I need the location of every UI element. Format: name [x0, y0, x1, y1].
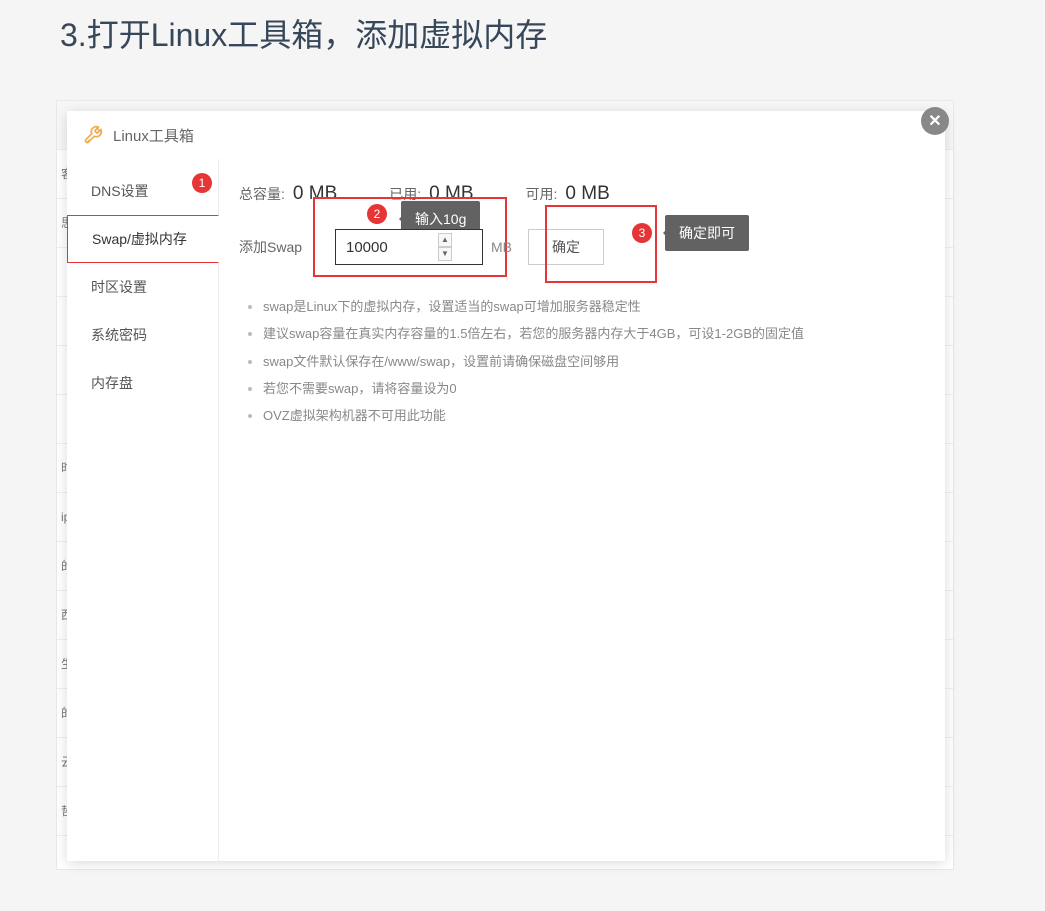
- sidebar-item-label: 内存盘: [91, 373, 133, 393]
- dialog-body: DNS设置 Swap/虚拟内存 时区设置 系统密码 内存盘 1 2 3: [67, 159, 945, 861]
- annotation-tooltip-3: 确定即可: [665, 215, 749, 251]
- sidebar-item-ramdisk[interactable]: 内存盘: [67, 359, 218, 407]
- sidebar-item-password[interactable]: 系统密码: [67, 311, 218, 359]
- stat-label: 总容量:: [239, 184, 285, 204]
- tip-item: swap文件默认保存在/www/swap，设置前请确保磁盘空间够用: [263, 348, 925, 375]
- tips-list: swap是Linux下的虚拟内存，设置适当的swap可增加服务器稳定性 建议sw…: [239, 293, 925, 429]
- annotation-badge-1: 1: [192, 173, 212, 193]
- tip-item: OVZ虚拟架构机器不可用此功能: [263, 402, 925, 429]
- stat-label: 可用:: [526, 184, 558, 204]
- close-icon: ✕: [928, 111, 941, 131]
- swap-input-group: ▲ ▼ MB: [335, 229, 512, 265]
- sidebar-item-swap[interactable]: Swap/虚拟内存: [67, 215, 219, 263]
- dialog-title: Linux工具箱: [113, 125, 194, 146]
- swap-unit: MB: [491, 239, 512, 255]
- screenshot-panel: 客 思 时 ip 的 西 生 的 云 哲 ✕ Linux工具箱 DNS设置: [56, 100, 954, 870]
- tip-item: 若您不需要swap，请将容量设为0: [263, 375, 925, 402]
- close-button[interactable]: ✕: [921, 107, 949, 135]
- linux-toolbox-dialog: ✕ Linux工具箱 DNS设置 Swap/虚拟内存 时区设置: [67, 111, 945, 861]
- annotation-box-3: [545, 205, 657, 283]
- tools-icon: [83, 125, 103, 145]
- dialog-header: Linux工具箱: [67, 111, 945, 159]
- spinner-down[interactable]: ▼: [438, 247, 452, 261]
- stat-value: 0 MB: [565, 183, 609, 205]
- tip-item: swap是Linux下的虚拟内存，设置适当的swap可增加服务器稳定性: [263, 293, 925, 320]
- tip-item: 建议swap容量在真实内存容量的1.5倍左右，若您的服务器内存大于4GB，可设1…: [263, 320, 925, 347]
- swap-size-input[interactable]: [335, 229, 483, 265]
- sidebar-item-timezone[interactable]: 时区设置: [67, 263, 218, 311]
- sidebar: DNS设置 Swap/虚拟内存 时区设置 系统密码 内存盘: [67, 159, 219, 861]
- sidebar-item-label: DNS设置: [91, 181, 149, 201]
- spinner-buttons: ▲ ▼: [438, 233, 452, 261]
- sidebar-item-label: 时区设置: [91, 277, 147, 297]
- sidebar-item-label: 系统密码: [91, 325, 147, 345]
- spinner-up[interactable]: ▲: [438, 233, 452, 247]
- page-heading: 3.打开Linux工具箱，添加虚拟内存: [0, 0, 1045, 56]
- stat-avail: 可用: 0 MB: [526, 183, 610, 205]
- add-swap-label: 添加Swap: [239, 237, 319, 257]
- sidebar-item-label: Swap/虚拟内存: [92, 229, 187, 249]
- content-panel: 1 2 3 输入10g 确定即可 总容量: 0 MB 已用: 0 MB: [219, 159, 945, 861]
